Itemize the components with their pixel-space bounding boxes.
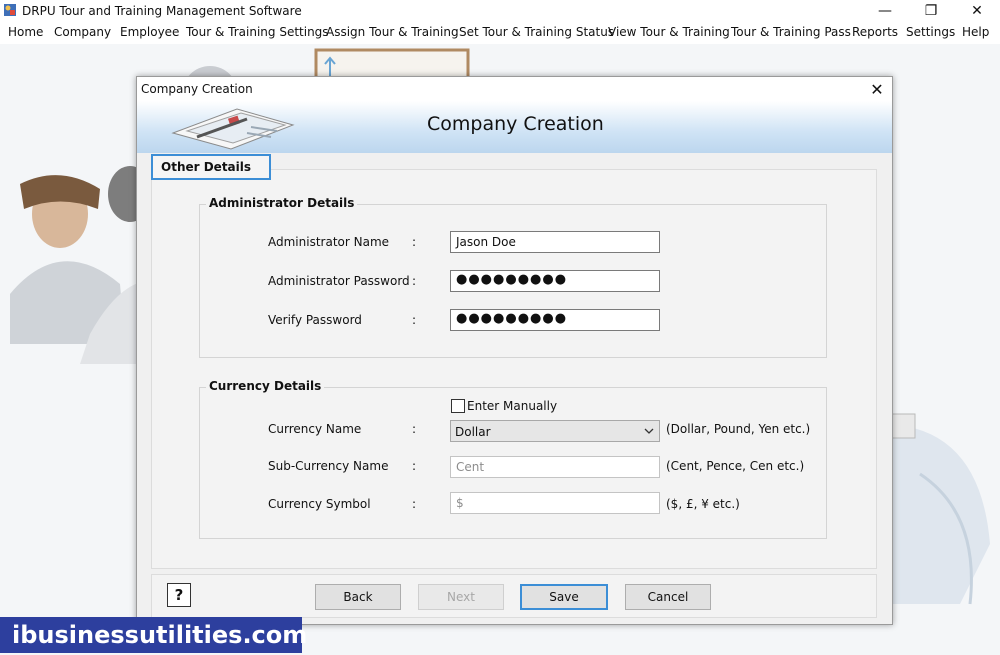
currency-details-legend: Currency Details bbox=[206, 379, 325, 393]
menu-employee[interactable]: Employee bbox=[120, 25, 179, 39]
administrator-name-label: Administrator Name bbox=[268, 235, 390, 249]
currency-name-select[interactable]: Dollar bbox=[450, 420, 660, 442]
banner-title: Company Creation bbox=[427, 113, 604, 135]
restore-button[interactable]: ❐ bbox=[908, 0, 954, 22]
close-icon: ✕ bbox=[971, 3, 983, 19]
currency-symbol-input[interactable]: $ bbox=[450, 492, 660, 514]
menu-bar: Home Company Employee Tour & Training Se… bbox=[0, 22, 1000, 45]
cancel-button[interactable]: Cancel bbox=[625, 584, 711, 610]
next-button[interactable]: Next bbox=[418, 584, 504, 610]
administrator-password-label: Administrator Password bbox=[268, 274, 410, 288]
menu-view-tour-training[interactable]: View Tour & Training bbox=[608, 25, 730, 39]
menu-help[interactable]: Help bbox=[962, 25, 989, 39]
colon: : bbox=[412, 313, 417, 327]
save-button[interactable]: Save bbox=[520, 584, 608, 610]
menu-tour-training-pass[interactable]: Tour & Training Pass bbox=[731, 25, 851, 39]
other-details-panel: Administrator Details Administrator Name… bbox=[151, 169, 877, 569]
dialog-close-button[interactable]: ✕ bbox=[866, 78, 888, 100]
verify-password-label: Verify Password bbox=[268, 313, 362, 327]
verify-password-input[interactable]: ●●●●●●●●● bbox=[450, 309, 660, 331]
sub-currency-name-label: Sub-Currency Name bbox=[268, 459, 389, 473]
minimize-icon: — bbox=[878, 3, 892, 19]
currency-name-hint: (Dollar, Pound, Yen etc.) bbox=[666, 422, 811, 436]
company-creation-dialog: Company Creation ✕ Company Creation Admi… bbox=[136, 76, 893, 625]
currency-details-group: Currency Details Enter Manually Currency… bbox=[199, 379, 827, 539]
watermark-banner: ibusinessutilities.com bbox=[0, 617, 307, 653]
menu-tour-training-settings[interactable]: Tour & Training Settings bbox=[186, 25, 329, 39]
restore-icon: ❐ bbox=[924, 3, 938, 19]
sub-currency-name-input[interactable]: Cent bbox=[450, 456, 660, 478]
menu-assign-tour-training[interactable]: Assign Tour & Training bbox=[326, 25, 459, 39]
help-button[interactable]: ? bbox=[167, 583, 191, 607]
dialog-window-title: Company Creation bbox=[141, 82, 253, 96]
sub-currency-hint: (Cent, Pence, Cen etc.) bbox=[666, 459, 805, 473]
currency-name-label: Currency Name bbox=[268, 422, 362, 436]
colon: : bbox=[412, 274, 417, 288]
app-logo-icon bbox=[4, 4, 16, 16]
dialog-titlebar: Company Creation ✕ bbox=[137, 77, 892, 101]
currency-symbol-hint: ($, £, ¥ etc.) bbox=[666, 497, 740, 511]
colon: : bbox=[412, 497, 417, 511]
dialog-banner: Company Creation bbox=[137, 101, 892, 153]
administrator-details-legend: Administrator Details bbox=[206, 196, 358, 210]
administrator-details-group: Administrator Details Administrator Name… bbox=[199, 196, 827, 358]
app-titlebar: DRPU Tour and Training Management Softwa… bbox=[0, 0, 1000, 22]
administrator-name-input[interactable]: Jason Doe bbox=[450, 231, 660, 253]
enter-manually-checkbox[interactable] bbox=[451, 399, 465, 413]
colon: : bbox=[412, 459, 417, 473]
administrator-password-input[interactable]: ●●●●●●●●● bbox=[450, 270, 660, 292]
menu-home[interactable]: Home bbox=[8, 25, 43, 39]
app-title: DRPU Tour and Training Management Softwa… bbox=[22, 4, 302, 18]
enter-manually-label[interactable]: Enter Manually bbox=[467, 399, 557, 413]
menu-company[interactable]: Company bbox=[54, 25, 111, 39]
menu-settings[interactable]: Settings bbox=[906, 25, 955, 39]
close-icon: ✕ bbox=[870, 79, 884, 99]
currency-name-value: Dollar bbox=[455, 425, 491, 439]
currency-symbol-label: Currency Symbol bbox=[268, 497, 371, 511]
colon: : bbox=[412, 235, 417, 249]
back-button[interactable]: Back bbox=[315, 584, 401, 610]
tab-other-details[interactable]: Other Details bbox=[151, 154, 271, 180]
menu-reports[interactable]: Reports bbox=[852, 25, 898, 39]
chevron-down-icon bbox=[644, 428, 654, 434]
colon: : bbox=[412, 422, 417, 436]
documents-pen-icon bbox=[171, 108, 295, 150]
dialog-footer bbox=[151, 574, 877, 618]
menu-set-tour-training-status[interactable]: Set Tour & Training Status bbox=[459, 25, 614, 39]
minimize-button[interactable]: — bbox=[862, 0, 908, 22]
close-app-button[interactable]: ✕ bbox=[954, 0, 1000, 22]
